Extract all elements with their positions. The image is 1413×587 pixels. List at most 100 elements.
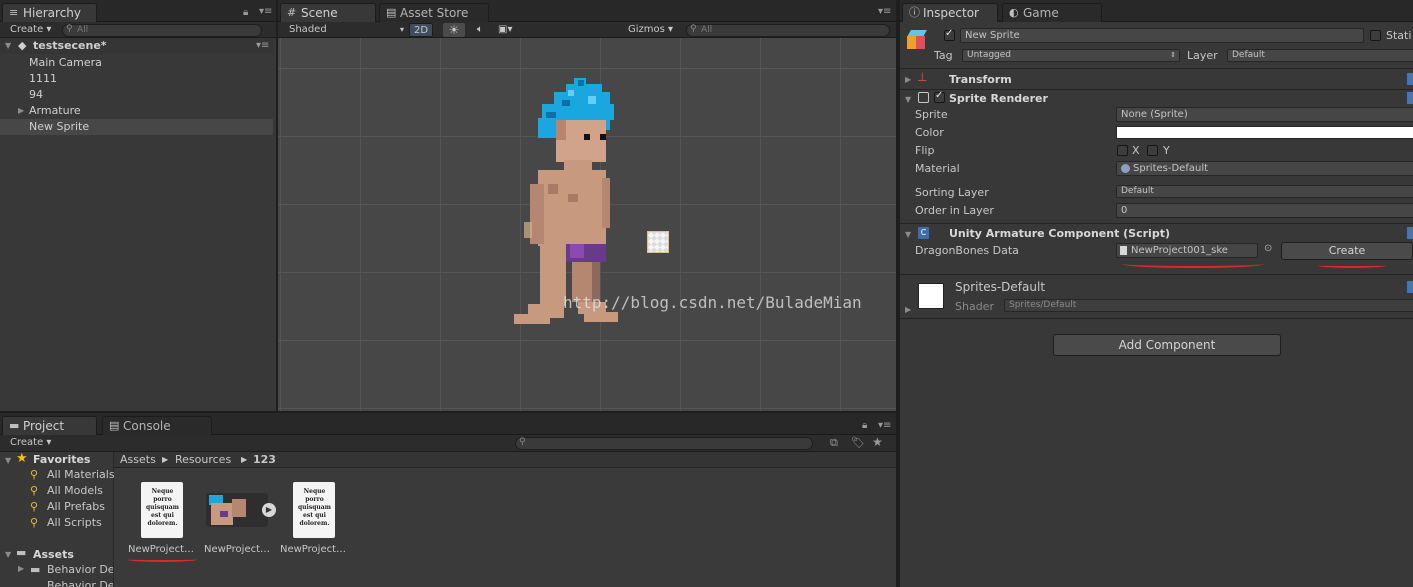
sprite-renderer-icon (918, 92, 929, 103)
sorting-layer-dropdown[interactable]: Default (1116, 185, 1413, 198)
material-field[interactable]: Sprites-Default (1116, 161, 1413, 176)
project-search-input[interactable]: ⚲ (515, 437, 813, 450)
tab-scene[interactable]: # Scene (280, 3, 376, 22)
folder-icon: ▬ (16, 546, 27, 559)
lighting-toggle-icon[interactable]: ☀ (443, 23, 465, 37)
vertical-splitter-left[interactable] (276, 0, 278, 411)
search-icon: ⚲ (66, 24, 73, 34)
panel-menu-icon[interactable]: ▾≡ (259, 6, 272, 17)
sprite-renderer-title[interactable]: Sprite Renderer (949, 92, 1048, 105)
asset-file-1[interactable]: Neque porro quisquam est qui dolorem. Ne… (122, 479, 202, 559)
filter-by-label-icon[interactable]: 🏷︎ (851, 436, 865, 449)
store-icon: ▤ (386, 6, 397, 19)
expand-arrow-icon[interactable]: ▼ (905, 95, 911, 104)
add-component-button[interactable]: Add Component (1053, 334, 1281, 356)
tree-item-behavior-designer[interactable]: ▶ ▬ Behavior De (18, 563, 113, 579)
audio-toggle-icon[interactable]: 🔈︎ (471, 23, 489, 37)
object-picker-icon[interactable]: ⊙ (1264, 243, 1272, 254)
tab-asset-store[interactable]: ▤ Asset Store (379, 3, 489, 22)
pacman-icon: ◐ (1009, 6, 1019, 19)
flip-y-label: Y (1163, 144, 1170, 157)
flip-x-checkbox[interactable] (1117, 145, 1128, 156)
filter-by-type-icon[interactable]: ⧉ (830, 436, 838, 450)
tab-game[interactable]: ◐ Game (1002, 3, 1102, 22)
project-create-button[interactable]: Create ▾ (10, 436, 51, 450)
layer-dropdown[interactable]: Default (1227, 49, 1413, 62)
breadcrumb-assets[interactable]: Assets (120, 452, 156, 468)
expand-arrow-icon[interactable]: ▶ (905, 75, 911, 84)
hierarchy-search-input[interactable]: ⚲ All (62, 24, 262, 37)
asset-file-label: NewProject… (127, 544, 195, 555)
separator (900, 89, 1413, 90)
favorites-header[interactable]: Favorites (33, 453, 90, 466)
sprite-renderer-enabled-checkbox[interactable] (934, 90, 945, 103)
horizontal-splitter[interactable] (0, 411, 896, 413)
tag-dropdown[interactable]: Untagged ⇕ (962, 49, 1180, 62)
favorite-star-icon[interactable]: ★ (872, 435, 883, 449)
expand-arrow-icon[interactable]: ▼ (5, 550, 11, 559)
unity-scene-icon: ◆ (18, 39, 27, 52)
component-settings-icon[interactable] (1407, 73, 1413, 85)
panel-menu-icon[interactable]: ▾≡ (878, 6, 891, 17)
shader-dropdown[interactable]: Sprites/Default (1004, 299, 1413, 312)
assets-header[interactable]: Assets (33, 548, 74, 561)
breadcrumb-123[interactable]: 123 (253, 452, 276, 468)
effects-dropdown-icon[interactable]: ▣▾ (498, 23, 520, 37)
create-button[interactable]: Create (1281, 242, 1413, 260)
tree-item-behavior-designer-2[interactable]: Behavior De (18, 579, 113, 587)
shading-mode-dropdown[interactable]: Shaded ▾ (289, 23, 404, 37)
expand-arrow-icon[interactable]: ▶ (18, 564, 24, 573)
static-checkbox[interactable] (1370, 30, 1381, 41)
hierarchy-item-1111[interactable]: 1111 (0, 71, 273, 87)
tab-hierarchy[interactable]: ≡ Hierarchy (2, 3, 97, 22)
mode-2d-toggle[interactable]: 2D (409, 23, 433, 37)
text-file-thumbnail: Neque porro quisquam est qui dolorem. (141, 482, 183, 538)
hierarchy-item-main-camera[interactable]: Main Camera (0, 55, 273, 71)
static-label: Stati (1386, 29, 1412, 42)
transform-title[interactable]: Transform (949, 73, 1012, 86)
sprite-field[interactable]: None (Sprite) (1116, 107, 1413, 122)
small-sprite-icon[interactable] (647, 231, 669, 253)
hierarchy-item-new-sprite[interactable]: New Sprite (0, 119, 273, 135)
grid-icon: # (287, 6, 297, 19)
breadcrumb-resources[interactable]: Resources (175, 452, 231, 468)
character-body (524, 170, 610, 246)
gizmos-dropdown[interactable]: Gizmos ▾ (628, 23, 673, 37)
scene-search-input[interactable]: ⚲ All (686, 24, 890, 37)
asset-file-3[interactable]: Neque porro quisquam est qui dolorem. Ne… (274, 479, 354, 559)
tab-project[interactable]: ▬ Project (2, 416, 97, 435)
hierarchy-create-button[interactable]: Create ▾ (10, 23, 51, 37)
lock-icon[interactable]: 🔒︎ (243, 7, 248, 18)
separator (900, 318, 1413, 319)
color-swatch[interactable] (1116, 126, 1413, 139)
lock-icon[interactable]: 🔒︎ (862, 420, 867, 431)
hierarchy-item-94[interactable]: 94 (0, 87, 273, 103)
flip-y-checkbox[interactable] (1147, 145, 1158, 156)
expand-arrow-icon[interactable]: ▼ (5, 456, 11, 465)
separator (900, 68, 1413, 69)
file-icon (1120, 246, 1127, 255)
component-settings-icon[interactable] (1407, 92, 1413, 104)
scene-menu-icon[interactable]: ▾≡ (256, 38, 269, 54)
expand-arrow-icon[interactable]: ▶ (18, 103, 24, 119)
expand-arrow-icon[interactable]: ▼ (5, 38, 11, 54)
expand-arrow-icon[interactable]: ▶ (905, 305, 911, 314)
asset-file-2[interactable]: ▶ NewProject… (198, 479, 278, 559)
scene-viewport[interactable]: http://blog.csdn.net/BuladeMian (278, 38, 896, 411)
armature-component-title[interactable]: Unity Armature Component (Script) (949, 227, 1170, 240)
component-settings-icon[interactable] (1407, 227, 1413, 239)
component-settings-icon[interactable] (1407, 281, 1413, 293)
hierarchy-item-armature[interactable]: ▶ Armature (0, 103, 273, 119)
scene-row[interactable]: ▼ ◆ testsecene* ▾≡ (0, 38, 273, 54)
chevron-right-icon: ▶ (241, 455, 248, 464)
expand-arrow-icon[interactable]: ▼ (905, 230, 911, 239)
panel-menu-icon[interactable]: ▾≡ (878, 420, 891, 431)
tab-inspector[interactable]: ⓘ Inspector (902, 3, 998, 22)
order-in-layer-field[interactable]: 0 (1116, 203, 1413, 218)
chevron-updown-icon: ⇕ (1170, 51, 1176, 59)
material-label: Material (915, 162, 960, 175)
tab-console[interactable]: ▤ Console (102, 416, 212, 435)
dragonbones-data-field[interactable]: NewProject001_ske (1116, 243, 1258, 258)
object-name-field[interactable]: New Sprite (960, 28, 1364, 43)
active-checkbox[interactable] (944, 28, 955, 41)
